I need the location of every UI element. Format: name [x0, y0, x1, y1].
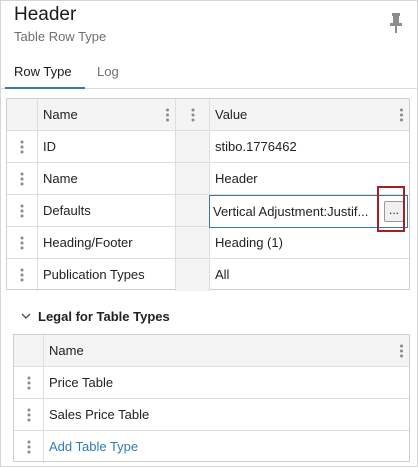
tab-bar: Row Type Log: [1, 59, 418, 89]
table-row[interactable]: Name Header: [7, 163, 409, 195]
row-value-cell[interactable]: All: [210, 259, 409, 291]
column-menu-icon[interactable]: [400, 344, 403, 357]
table-row[interactable]: Publication Types All: [7, 259, 409, 291]
column-header-name-label: Name: [43, 107, 78, 122]
drag-handle-icon[interactable]: [27, 408, 30, 421]
table-row[interactable]: Price Table: [14, 367, 409, 399]
page-subtitle: Table Row Type: [14, 29, 107, 44]
add-row[interactable]: Add Table Type: [14, 431, 409, 463]
row-value-cell[interactable]: Heading (1): [210, 227, 409, 258]
header-handle-cell: [14, 335, 44, 366]
pin-icon[interactable]: [389, 13, 403, 33]
row-name-cell: Publication Types: [38, 259, 176, 291]
table-row[interactable]: Heading/Footer Heading (1): [7, 227, 409, 259]
row-handle[interactable]: [7, 227, 38, 258]
drag-handle-icon[interactable]: [27, 376, 30, 389]
drag-handle-icon[interactable]: [27, 440, 30, 454]
row-value-cell[interactable]: stibo.1776462: [210, 131, 409, 162]
column-header-name-label: Name: [49, 343, 84, 358]
browse-button[interactable]: ...: [384, 201, 404, 222]
tab-log[interactable]: Log: [91, 62, 131, 89]
row-handle[interactable]: [7, 195, 38, 226]
drag-handle-icon[interactable]: [20, 236, 24, 249]
table-row[interactable]: ID stibo.1776462: [7, 131, 409, 163]
row-gap-cell: [176, 227, 210, 258]
row-gap-cell: [176, 131, 210, 162]
properties-grid: Name Value ID stibo.1776462 Name Header: [6, 98, 410, 291]
header-handle-cell: [7, 99, 38, 130]
column-header-name[interactable]: Name: [44, 335, 409, 366]
table-row[interactable]: Sales Price Table: [14, 399, 409, 431]
grid-header-row: Name: [14, 335, 409, 367]
row-gap-cell: [176, 259, 210, 291]
column-menu-icon[interactable]: [191, 108, 194, 121]
column-header-value[interactable]: Value: [210, 99, 409, 130]
defaults-value-text: Vertical Adjustment:Justif...: [213, 204, 369, 219]
row-handle[interactable]: [7, 131, 38, 162]
grid-header-row: Name Value: [7, 99, 409, 131]
row-name-cell: Defaults: [38, 195, 176, 226]
page-title: Header: [14, 4, 77, 25]
column-menu-icon[interactable]: [166, 108, 169, 121]
add-table-type-link[interactable]: Add Table Type: [49, 439, 138, 454]
column-header-name[interactable]: Name: [38, 99, 176, 130]
row-handle[interactable]: [7, 259, 38, 291]
drag-handle-icon[interactable]: [20, 268, 24, 282]
row-name-cell: Name: [38, 163, 176, 194]
drag-handle-icon[interactable]: [20, 172, 24, 185]
drag-handle-icon[interactable]: [20, 204, 24, 217]
section-title[interactable]: Legal for Table Types: [38, 309, 170, 324]
row-gap-cell: [176, 163, 210, 194]
row-value-cell[interactable]: Header: [210, 163, 409, 194]
row-handle[interactable]: [14, 431, 44, 463]
row-handle[interactable]: [14, 399, 44, 430]
row-name-cell[interactable]: Price Table: [44, 367, 409, 398]
row-name-cell: Heading/Footer: [38, 227, 176, 258]
row-name-cell[interactable]: Sales Price Table: [44, 399, 409, 430]
defaults-value-editor[interactable]: Vertical Adjustment:Justif... ...: [209, 195, 408, 228]
column-menu-icon[interactable]: [400, 108, 403, 121]
row-gap-cell: [176, 195, 210, 226]
chevron-down-icon[interactable]: [21, 312, 31, 320]
tab-row-type[interactable]: Row Type: [5, 62, 85, 89]
row-name-cell: ID: [38, 131, 176, 162]
add-table-type-cell[interactable]: Add Table Type: [44, 431, 409, 463]
header-gap-cell: [176, 99, 210, 130]
row-handle[interactable]: [14, 367, 44, 398]
legal-table-types-grid: Name Price Table Sales Price Table Add T…: [13, 334, 410, 463]
row-handle[interactable]: [7, 163, 38, 194]
panel: Header Table Row Type Row Type Log Name …: [0, 0, 418, 467]
column-header-value-label: Value: [215, 107, 248, 122]
drag-handle-icon[interactable]: [20, 140, 24, 153]
